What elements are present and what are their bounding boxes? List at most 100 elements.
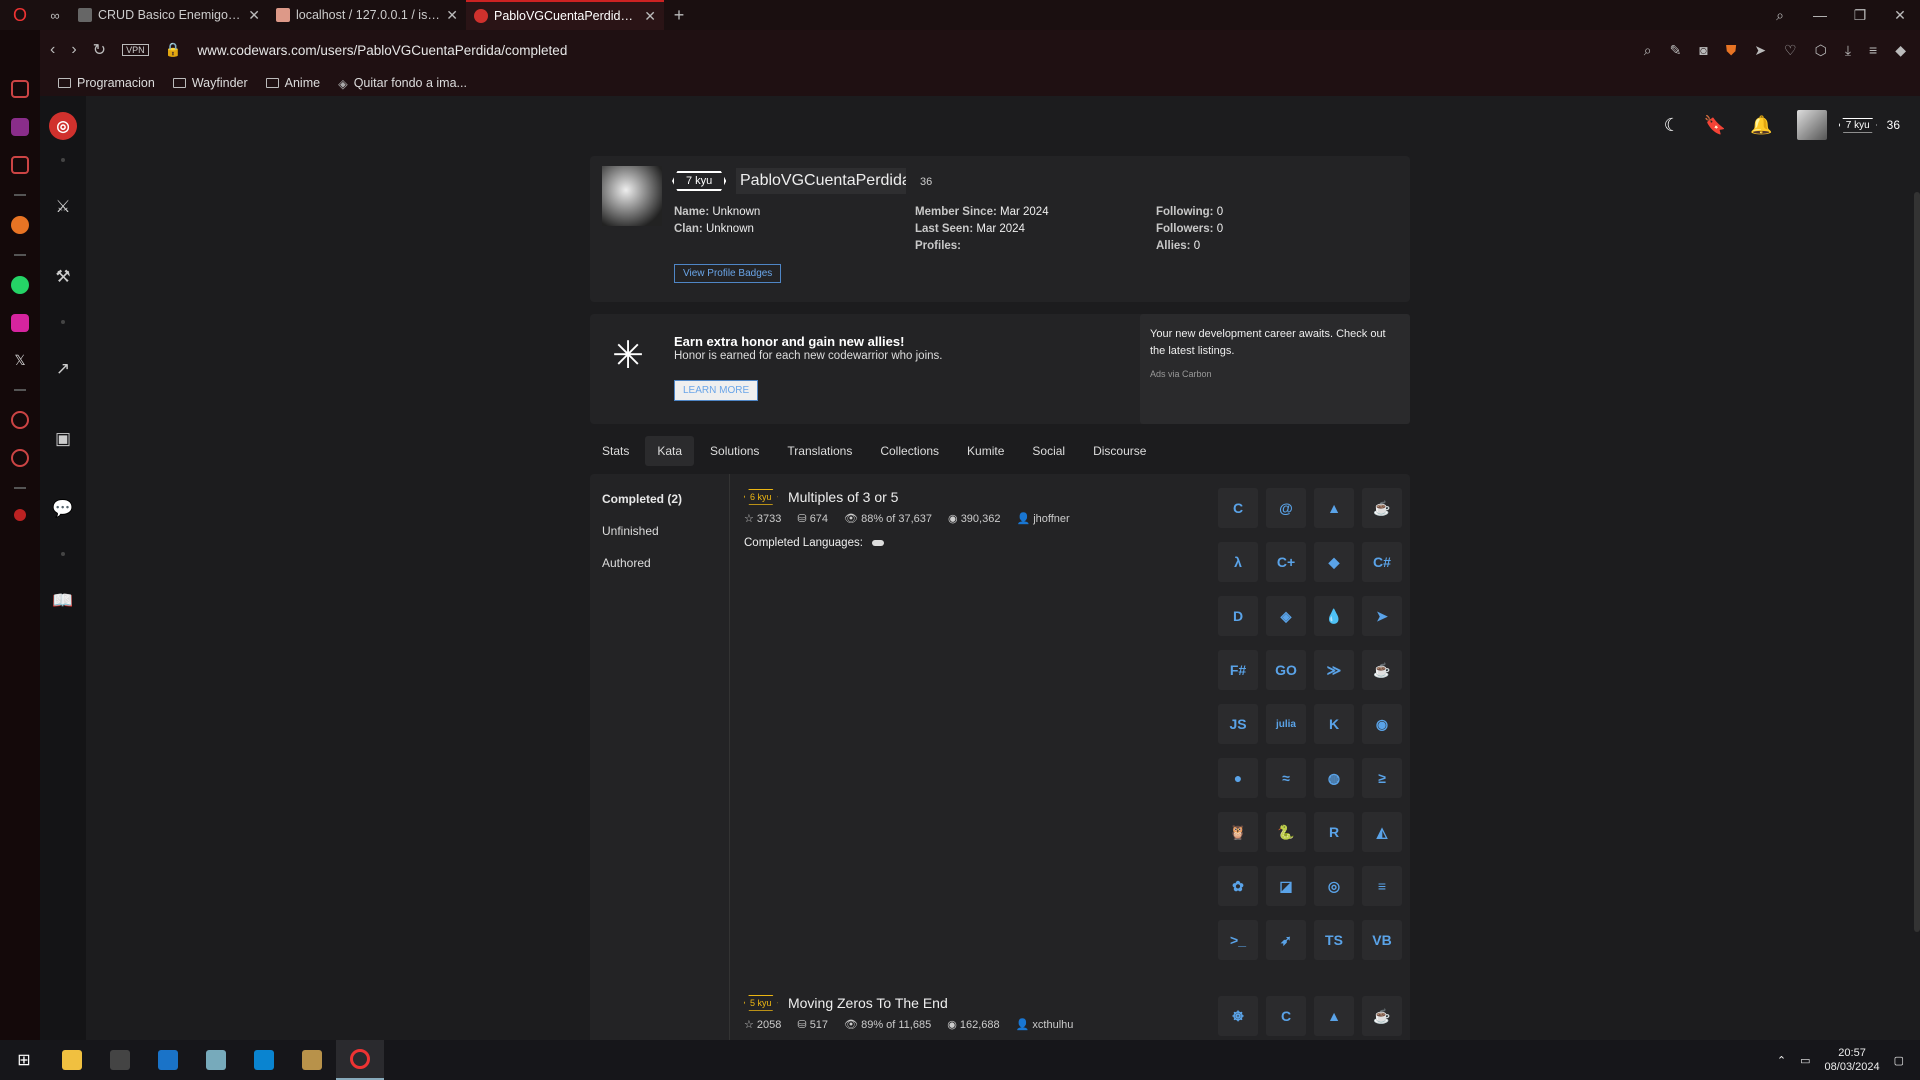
language-icon[interactable]: 🦉 <box>1218 812 1258 852</box>
language-icon[interactable]: ➶ <box>1266 920 1306 960</box>
training-icon[interactable]: ⚒ <box>55 252 70 302</box>
language-icon[interactable]: R <box>1314 812 1354 852</box>
lol-button[interactable] <box>288 1040 336 1080</box>
notification-center-icon[interactable]: ▢ <box>1894 1054 1904 1067</box>
whatsapp-icon[interactable] <box>11 276 29 294</box>
language-icon[interactable]: ≈ <box>1266 758 1306 798</box>
download-icon[interactable]: ⤓ <box>1845 42 1851 59</box>
search-page-icon[interactable]: ⌕ <box>1644 42 1652 59</box>
bookmark-anime[interactable]: Anime <box>265 76 320 90</box>
author-stat[interactable]: 👤 xcthulhu <box>1016 1018 1074 1031</box>
language-icon[interactable]: ▲ <box>1314 996 1354 1036</box>
tab-kumite[interactable]: Kumite <box>955 436 1016 466</box>
view-profile-badges-button[interactable]: View Profile Badges <box>674 264 782 283</box>
docs-icon[interactable]: 📖 <box>52 576 73 626</box>
language-icon[interactable]: ≥ <box>1362 758 1402 798</box>
start-button[interactable]: ⊞ <box>0 1040 48 1080</box>
chevron-up-icon[interactable]: ⌃ <box>1777 1054 1786 1067</box>
language-icon[interactable]: ☸ <box>1218 996 1258 1036</box>
kata-title-link[interactable]: Multiples of 3 or 5 <box>788 489 899 505</box>
avatar[interactable] <box>1796 110 1827 140</box>
language-icon[interactable]: GO <box>1266 650 1306 690</box>
restore-icon[interactable]: ❐ <box>1840 7 1880 24</box>
language-icon[interactable]: ≡ <box>1362 866 1402 906</box>
history-icon[interactable] <box>11 411 29 429</box>
tab-collections[interactable]: Collections <box>868 436 951 466</box>
kata-title-link[interactable]: Moving Zeros To The End <box>788 995 948 1011</box>
vscode-button[interactable] <box>240 1040 288 1080</box>
practice-icon[interactable]: ⚔ <box>55 182 70 232</box>
clock[interactable]: 20:57 08/03/2024 <box>1825 1046 1880 1074</box>
tab-stats[interactable]: Stats <box>590 436 641 466</box>
close-icon[interactable]: ✕ <box>248 7 260 24</box>
close-icon[interactable]: ✕ <box>446 7 458 24</box>
language-icon[interactable]: ▲ <box>1314 488 1354 528</box>
dark-mode-icon[interactable]: ☾ <box>1664 115 1680 136</box>
language-icon[interactable]: ◉ <box>1362 704 1402 744</box>
vpn-badge[interactable]: VPN <box>122 44 149 56</box>
language-icon[interactable]: K <box>1314 704 1354 744</box>
language-icon[interactable]: TS <box>1314 920 1354 960</box>
opera-menu-icon[interactable]: O <box>0 0 40 30</box>
language-icon[interactable]: @ <box>1266 488 1306 528</box>
aria-icon[interactable] <box>11 156 29 174</box>
new-tab-button[interactable]: + <box>664 5 694 26</box>
bookmark-programacion[interactable]: Programacion <box>58 76 155 90</box>
back-icon[interactable]: ‹ <box>50 41 55 59</box>
language-icon[interactable]: ◍ <box>1314 758 1354 798</box>
language-icon[interactable]: ◆ <box>1314 542 1354 582</box>
menu-icon[interactable]: ≡ <box>1869 42 1877 59</box>
author-stat[interactable]: 👤 jhoffner <box>1016 512 1069 525</box>
language-icon[interactable]: ➤ <box>1362 596 1402 636</box>
language-icon[interactable]: ◎ <box>1314 866 1354 906</box>
network-icon[interactable]: ▭ <box>1800 1054 1810 1067</box>
camera-icon[interactable]: ◙ <box>1699 42 1707 59</box>
filter-unfinished[interactable]: Unfinished <box>602 524 717 556</box>
twitch-icon[interactable] <box>11 118 29 136</box>
close-window-icon[interactable]: ✕ <box>1880 7 1920 24</box>
bookmark-quitar-fondo[interactable]: ◈ Quitar fondo a ima... <box>338 76 467 91</box>
language-icon[interactable]: 💧 <box>1314 596 1354 636</box>
outlook-button[interactable] <box>144 1040 192 1080</box>
instagram-icon[interactable] <box>11 314 29 332</box>
language-icon[interactable]: ◈ <box>1266 596 1306 636</box>
flow-icon[interactable] <box>11 216 29 234</box>
author-link[interactable]: xcthulhu <box>1032 1019 1073 1031</box>
leaderboard-icon[interactable]: ↗ <box>56 344 70 394</box>
lock-icon[interactable]: 🔒 <box>165 42 182 58</box>
bookmark-icon[interactable]: 🔖 <box>1704 115 1726 136</box>
learn-more-button[interactable]: LEARN MORE <box>674 380 759 401</box>
app-button[interactable] <box>192 1040 240 1080</box>
browser-tab-crud[interactable]: CRUD Basico Enemigos TB: ✕ <box>70 0 268 30</box>
tab-solutions[interactable]: Solutions <box>698 436 771 466</box>
language-icon[interactable]: ☕ <box>1362 650 1402 690</box>
file-explorer-button[interactable] <box>48 1040 96 1080</box>
language-icon[interactable]: ☕ <box>1362 996 1402 1036</box>
language-icon[interactable]: VB <box>1362 920 1402 960</box>
profile-icon[interactable]: ◆ <box>1895 42 1906 59</box>
bookmark-wayfinder[interactable]: Wayfinder <box>172 76 248 90</box>
notifications-icon[interactable]: 🔔 <box>1750 115 1772 136</box>
language-icon[interactable]: julia <box>1266 704 1306 744</box>
language-icon[interactable]: λ <box>1218 542 1258 582</box>
language-icon[interactable]: ● <box>1218 758 1258 798</box>
language-icon[interactable]: JS <box>1218 704 1258 744</box>
tab-discourse[interactable]: Discourse <box>1081 436 1158 466</box>
codewars-logo-icon[interactable]: ◎ <box>49 112 77 140</box>
language-icon[interactable]: ◭ <box>1362 812 1402 852</box>
language-icon[interactable]: ✿ <box>1218 866 1258 906</box>
language-icon[interactable]: >_ <box>1218 920 1258 960</box>
tab-island-icon[interactable]: ∞ <box>40 8 70 23</box>
language-icon[interactable]: ☕ <box>1362 488 1402 528</box>
tab-social[interactable]: Social <box>1020 436 1077 466</box>
language-icon[interactable]: D <box>1218 596 1258 636</box>
page-scrollbar[interactable] <box>1914 192 1920 932</box>
url-field[interactable]: www.codewars.com/users/PabloVGCuentaPerd… <box>197 43 567 58</box>
discord-icon[interactable]: ▣ <box>55 414 71 464</box>
minimize-icon[interactable]: — <box>1800 7 1840 24</box>
x-twitter-icon[interactable]: 𝕏 <box>14 352 25 369</box>
box-icon[interactable]: ⬡ <box>1815 42 1827 59</box>
ad-text[interactable]: Your new development career awaits. Chec… <box>1150 326 1400 360</box>
search-tabs-icon[interactable]: ⌕ <box>1760 7 1800 24</box>
adblock-icon[interactable]: ⛊ <box>1726 42 1737 59</box>
